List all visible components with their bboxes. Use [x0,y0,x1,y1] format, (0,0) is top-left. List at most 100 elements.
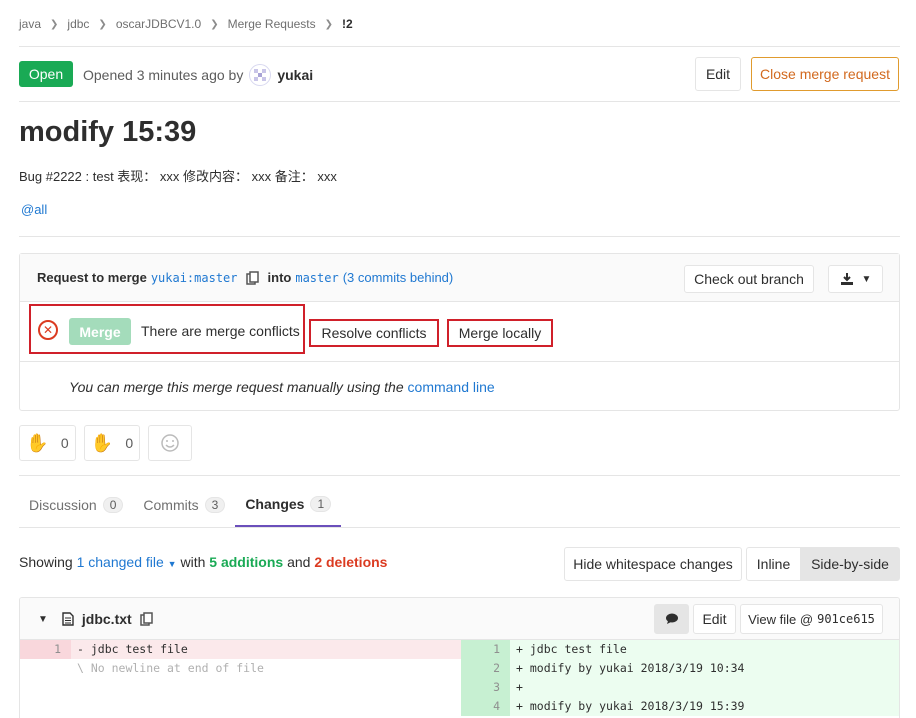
changed-files-label: 1 changed file [76,554,164,570]
mr-tabs: Discussion 0 Commits 3 Changes 1 [19,483,342,527]
target-branch[interactable]: master [295,271,338,285]
mention-link[interactable]: @all [21,202,47,217]
tab-label: Changes [245,496,305,512]
commit-sha: 901ce615 [817,612,875,626]
diff-file-header: ▼ jdbc.txt Edit View file @ 901ce615 [20,598,899,640]
clipboard-icon[interactable] [139,612,154,626]
page-title: modify 15:39 [19,116,197,148]
source-branch[interactable]: yukai:master [151,271,238,285]
old-line-number [20,659,71,678]
diff-row: 4 + modify by yukai 2018/3/19 15:39 [20,697,899,716]
comment-icon [665,613,678,624]
collapse-caret-icon[interactable]: ▼ [38,614,48,625]
mr-description: Bug #2222 : test 表现： xxx 修改内容： xxx 备注： x… [19,169,337,184]
chevron-right-icon: ❯ [98,18,107,30]
manual-merge-text: You can merge this merge request manuall… [69,379,495,395]
thumbsup-count: 0 [60,435,69,451]
merge-widget-header: Request to merge yukai:master into maste… [20,254,899,302]
command-line-link[interactable]: command line [408,379,495,395]
no-newline-marker: \ No newline at end of file [71,659,461,678]
new-line-number[interactable]: 3 [461,678,510,697]
into-label: into [267,270,292,285]
diff-row: 3 + [20,678,899,697]
new-line-code: + [510,678,899,697]
divider [19,46,900,47]
breadcrumb-item-java[interactable]: java [19,17,41,31]
hide-whitespace-button[interactable]: Hide whitespace changes [564,547,742,581]
merge-conflicts-text: There are merge conflicts [141,323,300,339]
download-dropdown-button[interactable]: ▼ [828,265,883,293]
side-by-side-view-button[interactable]: Side-by-side [800,547,900,581]
new-line-code: + jdbc test file [510,640,899,659]
commits-behind-link[interactable]: (3 commits behind) [343,270,454,285]
status-badge: Open [19,61,73,87]
tab-label: Discussion [29,497,97,513]
thumbsdown-count: 0 [125,435,134,451]
inline-view-button[interactable]: Inline [746,547,801,581]
divider [19,527,900,528]
breadcrumb: java ❯ jdbc ❯ oscarJDBCV1.0 ❯ Merge Requ… [19,14,353,34]
thumbsup-icon: ✋ [26,432,49,453]
breadcrumb-item-project[interactable]: oscarJDBCV1.0 [116,17,201,31]
tab-count: 0 [102,497,124,513]
new-line-number[interactable]: 1 [461,640,510,659]
close-merge-request-button[interactable]: Close merge request [751,57,899,91]
merge-locally-button[interactable]: Merge locally [447,319,553,347]
merge-request-info: Request to merge yukai:master into maste… [37,270,453,285]
chevron-right-icon: ❯ [210,18,219,30]
diff-row: \ No newline at end of file 2 + modify b… [20,659,899,678]
tab-changes[interactable]: Changes 1 [235,483,342,527]
opened-text: Opened 3 minutes ago by [83,67,244,83]
caret-down-icon: ▼ [167,559,177,569]
view-file-label: View file @ [748,611,814,627]
thumbsdown-icon: ✋ [90,432,114,453]
download-icon [840,273,853,285]
new-line-number[interactable]: 4 [461,697,510,716]
tab-discussion[interactable]: Discussion 0 [19,483,133,527]
file-edit-button[interactable]: Edit [693,604,736,634]
thumbsdown-award-button[interactable]: ✋ 0 [84,425,140,461]
tab-count: 3 [204,497,226,513]
check-out-branch-button[interactable]: Check out branch [684,265,814,293]
request-to-merge-label: Request to merge [37,270,147,285]
old-line-code: - jdbc test file [71,640,461,659]
smiley-icon [161,434,179,452]
old-line-number [20,697,71,716]
file-icon [62,612,74,626]
breadcrumb-item-mr-id[interactable]: !2 [342,17,353,31]
diff-row: 1 - jdbc test file 1 + jdbc test file [20,640,899,659]
with-label: with [180,554,206,570]
identicon-icon [254,69,267,81]
thumbsup-award-button[interactable]: ✋ 0 [19,425,76,461]
tab-commits[interactable]: Commits 3 [133,483,235,527]
old-line-number[interactable]: 1 [20,640,71,659]
breadcrumb-item-merge-requests[interactable]: Merge Requests [228,17,316,31]
add-reaction-button[interactable] [148,425,192,461]
divider [19,475,900,476]
old-line-code [71,697,461,716]
toggle-comments-button[interactable] [654,604,689,634]
changed-files-dropdown[interactable]: 1 changed file ▼ [77,554,177,570]
caret-down-icon: ▼ [861,273,872,285]
tab-label: Commits [143,497,199,513]
copy-icon[interactable] [245,270,260,285]
new-line-code: + modify by yukai 2018/3/19 10:34 [510,659,899,678]
breadcrumb-item-jdbc[interactable]: jdbc [67,17,89,31]
changes-summary: Showing 1 changed file ▼ with 5 addition… [19,554,387,570]
edit-button[interactable]: Edit [695,57,741,91]
new-line-number[interactable]: 2 [461,659,510,678]
divider [19,236,900,237]
resolve-conflicts-button[interactable]: Resolve conflicts [309,319,439,347]
merge-button[interactable]: Merge [69,318,131,345]
avatar[interactable] [249,64,272,86]
merge-conflicts-highlight: ✕ Merge There are merge conflicts [29,304,305,354]
file-name[interactable]: jdbc.txt [82,611,132,627]
file-title: ▼ jdbc.txt [38,611,154,627]
new-line-code: + modify by yukai 2018/3/19 15:39 [510,697,899,716]
clipboard-icon [245,270,259,285]
view-file-button[interactable]: View file @ 901ce615 [740,604,883,634]
deletions-count: 2 deletions [314,554,388,570]
opened-info: Opened 3 minutes ago by yukai [83,64,313,86]
chevron-right-icon: ❯ [50,18,59,30]
author-link[interactable]: yukai [277,67,313,83]
